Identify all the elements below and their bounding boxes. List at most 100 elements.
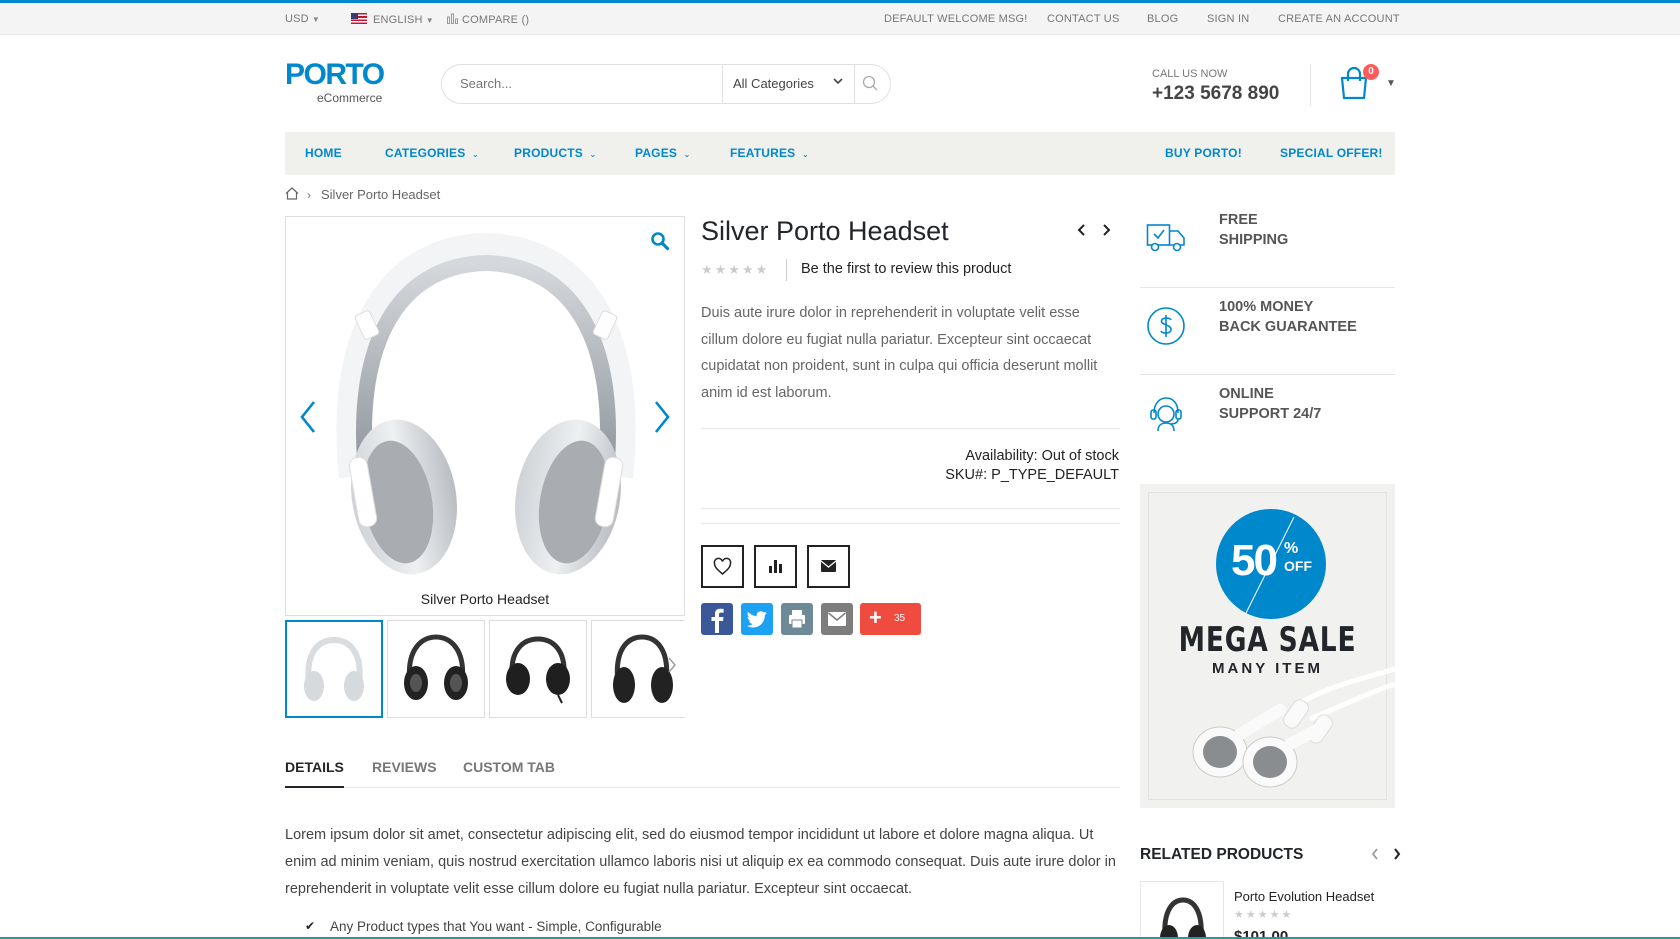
share-more[interactable]: + 35: [860, 603, 921, 635]
chevron-down-icon: ⌄: [683, 150, 691, 159]
thumbnail-strip: [285, 620, 685, 718]
chevron-right-icon[interactable]: [667, 656, 677, 674]
thumbnail-black-2[interactable]: [489, 620, 587, 718]
headphones-image: [336, 232, 636, 575]
product-pager: [1076, 222, 1112, 243]
nav-item-special-offer[interactable]: SPECIAL OFFER!: [1280, 146, 1383, 160]
chevron-left-icon[interactable]: [298, 400, 318, 434]
rating-stars: ★★★★★: [701, 262, 770, 277]
feature-free-shipping: FREE SHIPPING: [1140, 201, 1395, 288]
share-print[interactable]: [781, 603, 813, 635]
breadcrumb-current: Silver Porto Headset: [321, 187, 441, 202]
feature-text: FREE SHIPPING: [1219, 212, 1289, 248]
logo-subtitle: eCommerce: [317, 91, 383, 105]
availability: Availability: Out of stock: [965, 448, 1119, 464]
nav-item-buy-porto[interactable]: BUY PORTO!: [1165, 146, 1242, 160]
twitter-icon: [746, 611, 767, 628]
chevron-down-icon: ⌄: [472, 150, 479, 159]
feature-online-support: ONLINE SUPPORT 24/7: [1140, 375, 1395, 462]
dollar-icon: [1147, 307, 1185, 345]
email-icon: [828, 612, 846, 626]
email-friend-button[interactable]: [807, 545, 850, 588]
create-account-link[interactable]: CREATE AN ACCOUNT: [1278, 13, 1400, 25]
nav-item-features[interactable]: FEATURES ⌄: [730, 146, 809, 160]
headphones-thumbnail: [1160, 897, 1206, 939]
us-flag-icon: [351, 13, 367, 24]
chevron-down-icon: ⌄: [589, 150, 597, 159]
truck-icon: [1146, 224, 1185, 252]
headphones-thumbnail: [506, 636, 570, 704]
product-tabs: DETAILS REVIEWS CUSTOM TAB: [285, 755, 1119, 788]
top-bar: USD ▼ ENGLISH ▼ COMPARE () DEFAULT WELCOME…: [0, 3, 1680, 35]
zoom-icon[interactable]: [650, 231, 670, 251]
category-select-value: All Categories: [733, 76, 814, 91]
related-pager: [1370, 847, 1402, 866]
divider: [701, 523, 1119, 524]
chevron-down-icon: [833, 78, 843, 85]
phone-number[interactable]: +123 5678 890: [1152, 83, 1279, 105]
search-input[interactable]: [460, 76, 690, 91]
check-icon: ✔: [305, 919, 316, 933]
tab-details[interactable]: DETAILS: [285, 759, 344, 788]
category-select[interactable]: All Categories: [722, 65, 855, 103]
headphones-thumbnail: [304, 636, 364, 701]
next-product-icon[interactable]: [1100, 222, 1112, 238]
product-description: Duis aute irure dolor in reprehenderit i…: [701, 305, 1098, 402]
home-icon[interactable]: [285, 187, 299, 200]
call-us-label: CALL US NOW: [1152, 68, 1228, 80]
sign-in-link[interactable]: SIGN IN: [1207, 13, 1249, 25]
thumbnail-black-1[interactable]: [387, 620, 485, 718]
share-count: 35: [894, 613, 906, 624]
bar-chart-icon: [769, 560, 782, 573]
feature-text: ONLINE SUPPORT 24/7: [1219, 386, 1322, 422]
welcome-msg: DEFAULT WELCOME MSG!: [884, 13, 1028, 25]
stock-info: Availability: Out of stock SKU#: P_TYPE_…: [945, 447, 1119, 485]
share-email[interactable]: [821, 603, 853, 635]
share-facebook[interactable]: [701, 603, 733, 635]
chevron-right-icon[interactable]: [652, 400, 672, 434]
blog-link[interactable]: BLOG: [1147, 13, 1178, 25]
feature-list-item: ✔ Any Product types that You want - Simp…: [305, 919, 662, 934]
chevron-down-icon[interactable]: ▼: [1386, 78, 1396, 89]
logo-name: PORTO: [285, 58, 385, 91]
share-twitter[interactable]: [741, 603, 773, 635]
compare-button[interactable]: [754, 545, 797, 588]
printer-icon: [789, 610, 805, 629]
search-button[interactable]: [852, 65, 890, 103]
gallery-caption: Silver Porto Headset: [420, 591, 550, 607]
chevron-left-icon[interactable]: [1370, 847, 1380, 861]
language-switcher[interactable]: ENGLISH ▼: [351, 13, 434, 26]
chevron-right-icon[interactable]: [1392, 847, 1402, 861]
nav-item-products[interactable]: PRODUCTS ⌄: [514, 146, 596, 160]
tab-reviews[interactable]: REVIEWS: [372, 759, 437, 775]
nav-item-home[interactable]: HOME: [305, 146, 342, 160]
tab-custom[interactable]: CUSTOM TAB: [463, 759, 555, 775]
headphones-thumbnail: [404, 634, 468, 700]
chevron-down-icon: ▼: [311, 15, 320, 24]
related-product-rating: ★★★★★: [1234, 909, 1294, 921]
related-product-name[interactable]: Porto Evolution Headset: [1234, 889, 1374, 904]
cart-button[interactable]: 0: [1339, 64, 1379, 100]
chevron-right-icon: ›: [307, 188, 311, 202]
product-title: Silver Porto Headset: [701, 216, 949, 246]
heart-icon: [713, 557, 732, 575]
search-icon: [862, 75, 878, 91]
facebook-icon: [711, 608, 724, 633]
envelope-icon: [820, 560, 837, 572]
contact-us-link[interactable]: CONTACT US: [1047, 13, 1120, 25]
prev-product-icon[interactable]: [1076, 222, 1088, 238]
plus-icon: +: [869, 605, 882, 630]
thumbnail-silver[interactable]: [285, 620, 383, 718]
sku: SKU#: P_TYPE_DEFAULT: [945, 467, 1119, 483]
review-link[interactable]: Be the first to review this product: [801, 261, 1011, 277]
nav-item-categories[interactable]: CATEGORIES ⌄: [385, 146, 479, 160]
mega-sale-banner[interactable]: 50 % OFF MEGA SALE MANY ITEM: [1140, 484, 1395, 808]
nav-item-pages[interactable]: PAGES ⌄: [635, 146, 691, 160]
search-bar: All Categories: [441, 64, 891, 104]
logo[interactable]: PORTO eCommerce: [285, 58, 385, 106]
related-product-image[interactable]: [1140, 881, 1224, 939]
earphones-image: [1192, 666, 1395, 788]
wishlist-button[interactable]: [701, 545, 744, 588]
currency-switcher[interactable]: USD ▼: [285, 13, 320, 25]
compare-link[interactable]: COMPARE (): [447, 13, 529, 26]
